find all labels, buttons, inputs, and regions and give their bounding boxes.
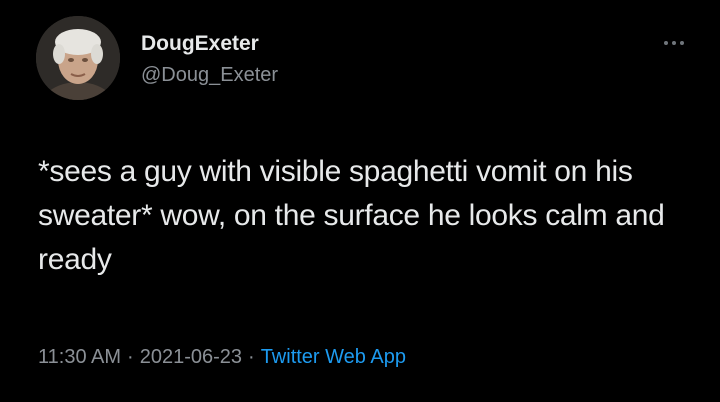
dot bbox=[680, 41, 684, 45]
author-handle[interactable]: @Doug_Exeter bbox=[141, 64, 278, 87]
author-display-name[interactable]: DougExeter bbox=[141, 32, 259, 56]
tweet-date[interactable]: 2021-06-23 bbox=[140, 346, 242, 368]
author-avatar[interactable] bbox=[36, 16, 120, 100]
dot bbox=[672, 41, 676, 45]
tweet-card: DougExeter @Doug_Exeter *sees a guy with… bbox=[0, 0, 720, 402]
profile-avatar-image bbox=[36, 16, 120, 100]
dot bbox=[664, 41, 668, 45]
tweet-source-link[interactable]: Twitter Web App bbox=[261, 346, 406, 368]
more-options-icon[interactable] bbox=[660, 36, 690, 48]
tweet-text: *sees a guy with visible spaghetti vomit… bbox=[38, 155, 665, 276]
tweet-metadata: 11:30 AM · 2021-06-23 · Twitter Web App bbox=[38, 346, 406, 369]
separator: · bbox=[248, 346, 255, 368]
tweet-time[interactable]: 11:30 AM bbox=[38, 346, 121, 368]
separator: · bbox=[127, 346, 134, 368]
